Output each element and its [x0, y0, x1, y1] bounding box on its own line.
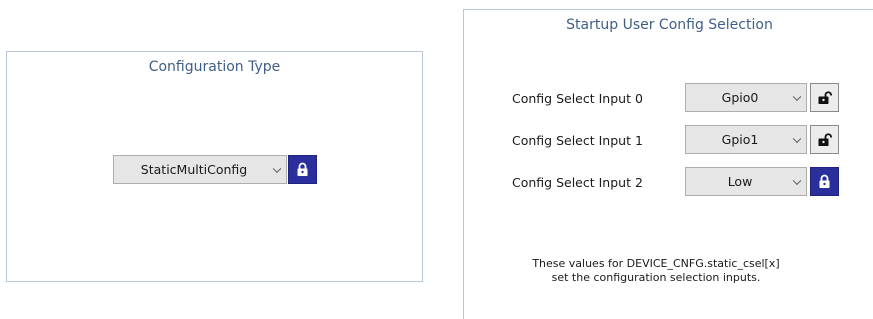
config-select-input-1-label: Config Select Input 1 [512, 133, 643, 148]
lock-closed-icon [819, 174, 830, 188]
startup-config-panel: Startup User Config Selection Config Sel… [463, 9, 873, 319]
config-select-input-1-value: Gpio1 [721, 132, 759, 147]
config-select-input-0-label: Config Select Input 0 [512, 91, 643, 106]
configuration-type-lock-button[interactable] [288, 155, 317, 184]
lock-open-icon [818, 133, 832, 146]
chevron-down-icon [792, 176, 802, 185]
configuration-type-dropdown[interactable]: StaticMultiConfig [113, 155, 287, 184]
configuration-type-title: Configuration Type [148, 59, 281, 75]
configuration-type-panel: Configuration Type StaticMultiConfig [6, 51, 423, 282]
config-select-input-2-value: Low [727, 174, 753, 189]
chevron-down-icon [792, 134, 802, 143]
chevron-down-icon [792, 92, 802, 101]
config-select-input-2-lock-button[interactable] [810, 167, 839, 196]
configuration-type-value: StaticMultiConfig [140, 162, 248, 177]
static-csel-note-line-1: These values for DEVICE_CNFG.static_csel… [532, 257, 780, 270]
config-select-input-1-dropdown[interactable]: Gpio1 [685, 125, 807, 154]
config-select-input-2-label: Config Select Input 2 [512, 175, 643, 190]
config-select-input-0-lock-button[interactable] [810, 83, 839, 112]
config-select-input-0-dropdown[interactable]: Gpio0 [685, 83, 807, 112]
lock-open-icon [818, 91, 832, 104]
lock-closed-icon [297, 162, 308, 176]
startup-config-title: Startup User Config Selection [566, 17, 773, 33]
static-csel-note: These values for DEVICE_CNFG.static_csel… [466, 257, 846, 285]
chevron-down-icon [272, 164, 282, 173]
config-select-input-0-value: Gpio0 [721, 90, 759, 105]
config-select-input-2-dropdown[interactable]: Low [685, 167, 807, 196]
static-csel-note-line-2: set the configuration selection inputs. [551, 271, 761, 284]
config-select-input-1-lock-button[interactable] [810, 125, 839, 154]
